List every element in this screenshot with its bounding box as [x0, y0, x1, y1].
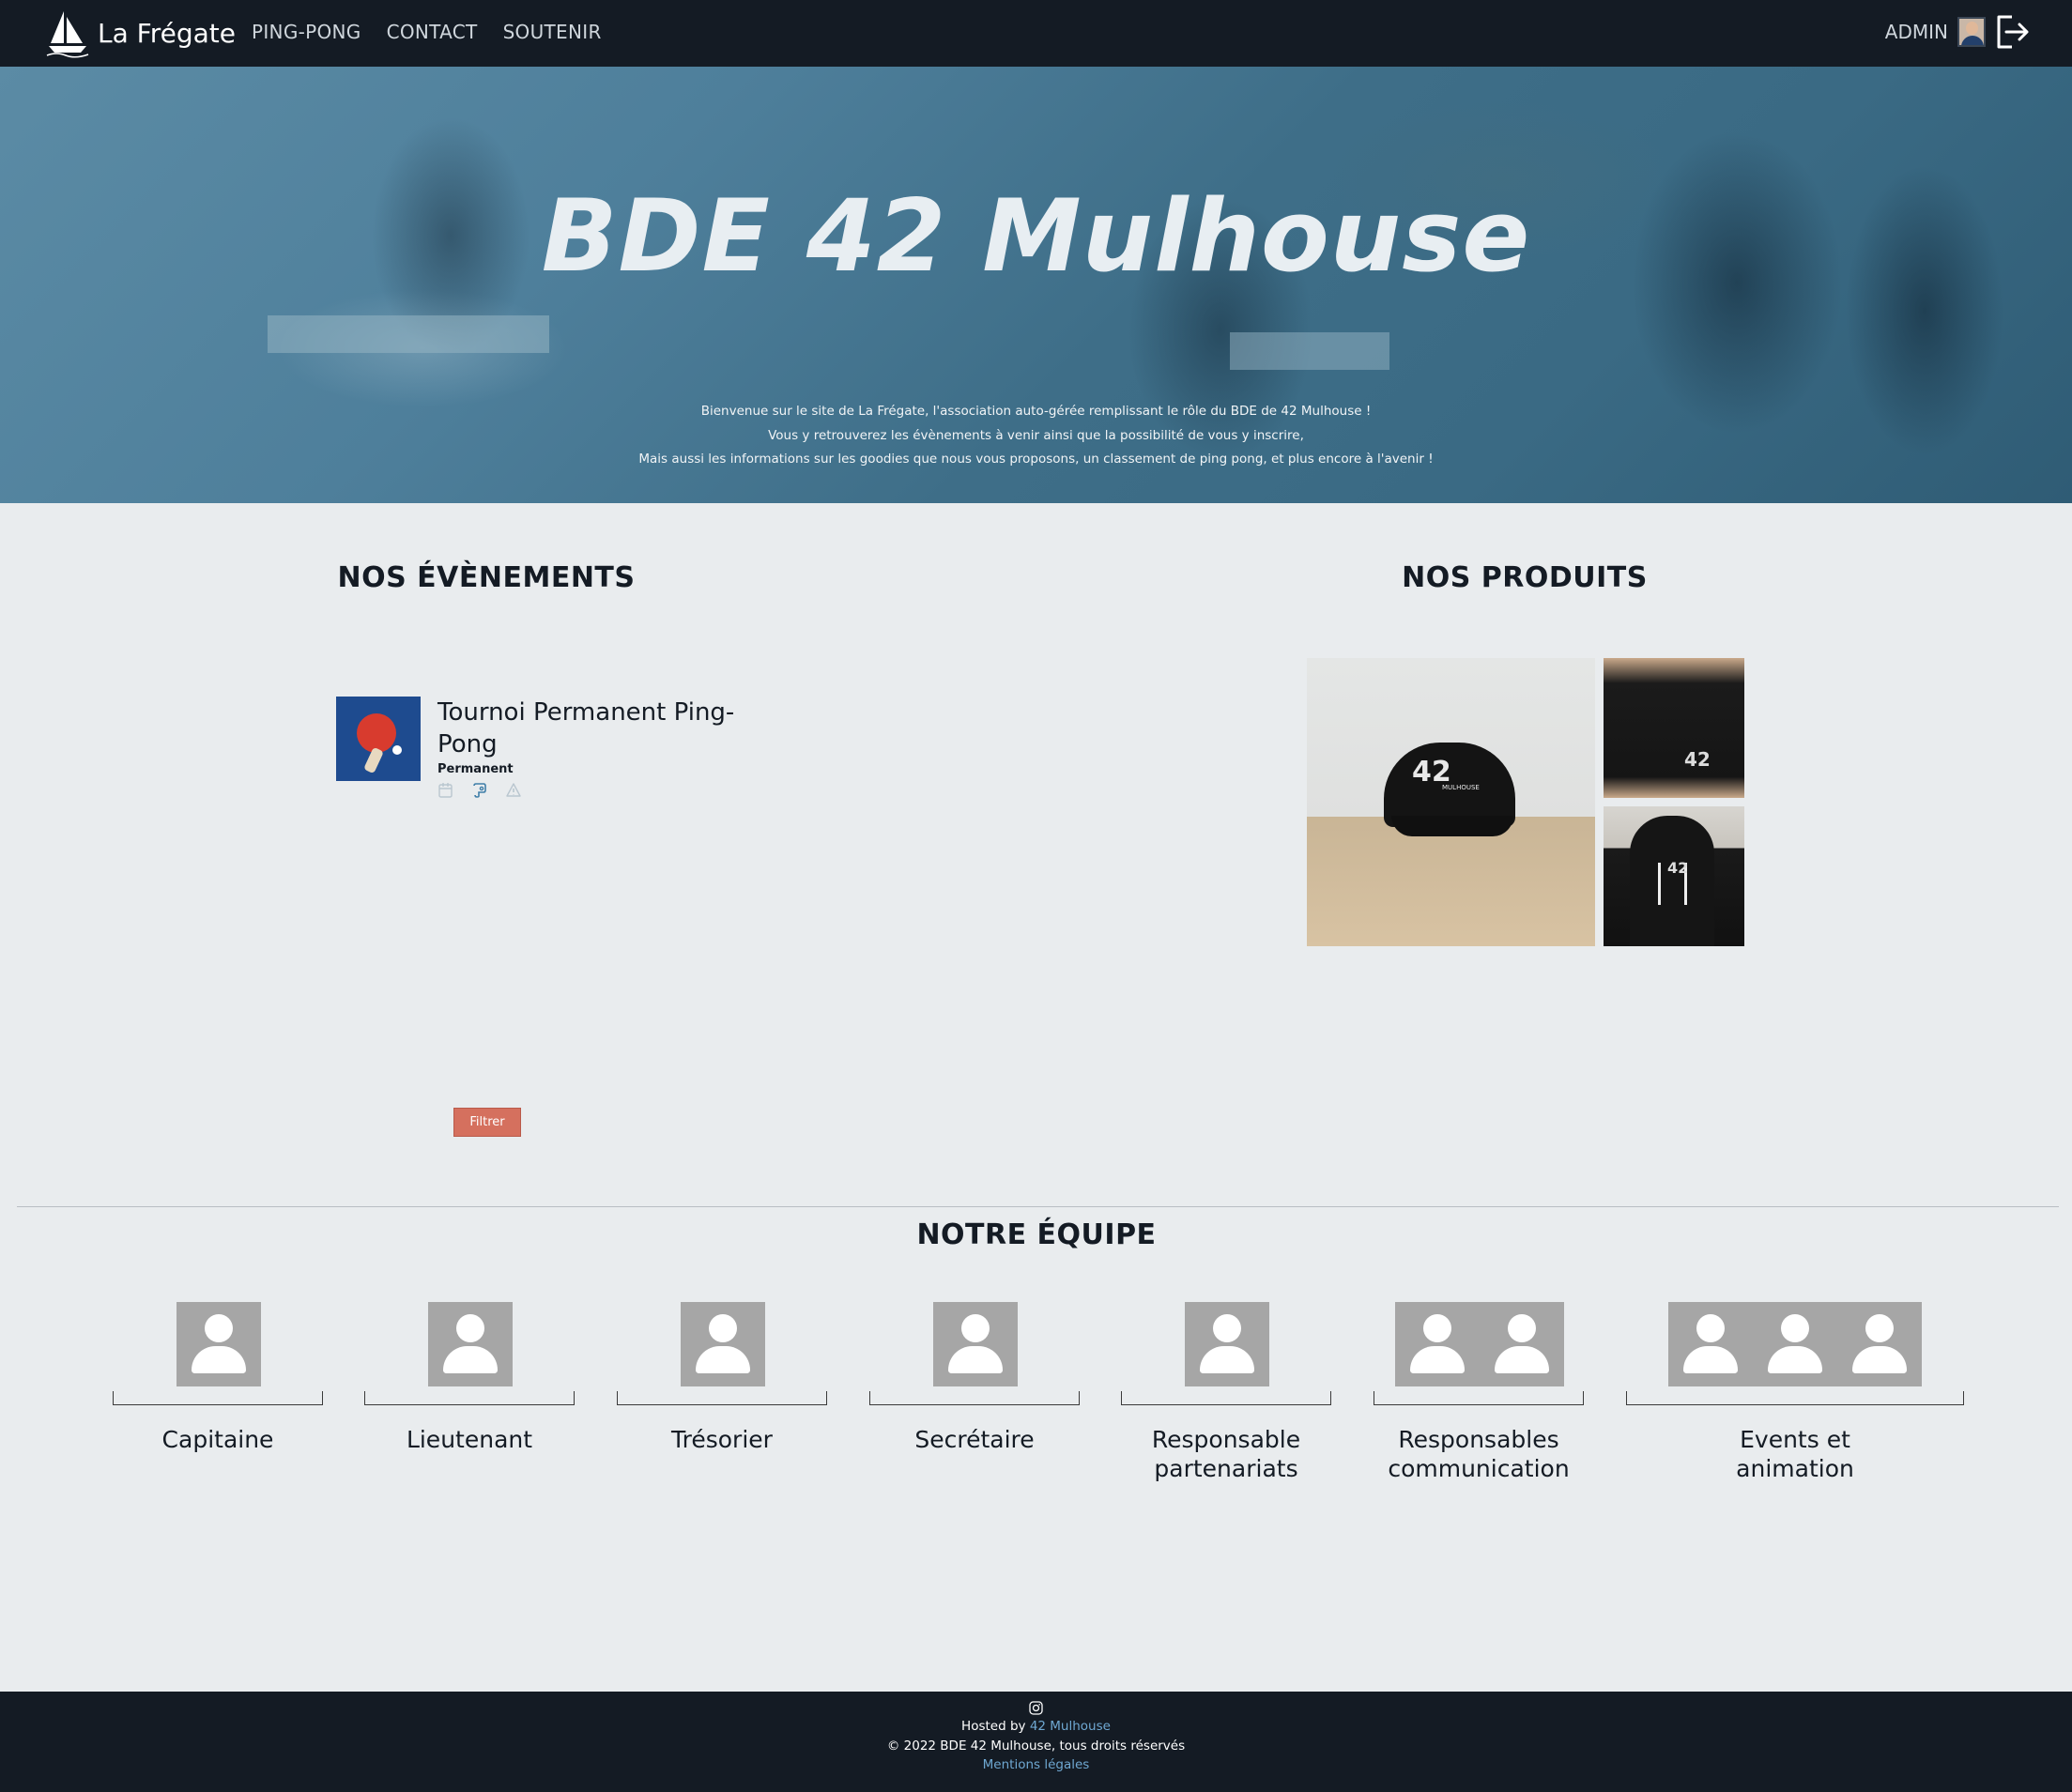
calendar-icon[interactable]: [437, 782, 454, 799]
team-role-label: Trésorier: [671, 1426, 773, 1453]
top-navbar: La Frégate PING-PONG CONTACT SOUTENIR AD…: [0, 0, 2072, 67]
footer: Hosted by 42 Mulhouse © 2022 BDE 42 Mulh…: [0, 1692, 2072, 1792]
section-divider: [17, 1206, 2059, 1207]
hero-title: BDE 42 Mulhouse: [541, 178, 1531, 294]
shirt-logo-text: 42: [1684, 748, 1711, 771]
team-member-avatar[interactable]: [1185, 1302, 1269, 1386]
team-member-avatar[interactable]: [933, 1302, 1018, 1386]
event-title[interactable]: Tournoi Permanent Ping-Pong: [437, 697, 738, 760]
team-role-label: Capitaine: [161, 1426, 274, 1453]
cap-logo-subtext: MULHOUSE: [1442, 784, 1480, 791]
person-placeholder-icon: [681, 1302, 765, 1386]
team-member-avatar[interactable]: [1668, 1302, 1922, 1386]
nav-link-soutenir[interactable]: SOUTENIR: [503, 21, 602, 43]
user-avatar[interactable]: [1957, 17, 1986, 47]
role-bracket: [617, 1391, 827, 1405]
team-role-label: Responsables communication: [1388, 1426, 1570, 1482]
event-subtitle: Permanent: [437, 762, 514, 776]
brand-home-link[interactable]: La Frégate: [45, 8, 236, 58]
filter-button[interactable]: Filtrer: [453, 1108, 521, 1137]
event-info: Tournoi Permanent Ping-Pong Permanent: [437, 697, 738, 799]
products-section-title: NOS PRODUITS: [1402, 561, 1648, 594]
team-role-label: Lieutenant: [406, 1426, 533, 1453]
info-icon[interactable]: [505, 782, 522, 799]
hero-banner: BDE 42 Mulhouse Bienvenue sur le site de…: [0, 67, 2072, 503]
hero-background-photo: [268, 315, 549, 353]
event-card[interactable]: Tournoi Permanent Ping-Pong Permanent: [336, 697, 738, 799]
person-placeholder-icon: [933, 1302, 1018, 1386]
hosted-by-line: Hosted by 42 Mulhouse: [0, 1719, 2072, 1734]
role-bracket: [364, 1391, 575, 1405]
events-section-title: NOS ÉVÈNEMENTS: [337, 561, 636, 594]
role-bracket: [869, 1391, 1080, 1405]
user-menu: ADMIN: [1885, 13, 2031, 51]
product-hoodie-image[interactable]: 42: [1604, 806, 1744, 946]
team-section-title: NOTRE ÉQUIPE: [916, 1218, 1157, 1251]
logout-icon[interactable]: [1993, 13, 2031, 51]
admin-link[interactable]: ADMIN: [1885, 21, 1948, 43]
person-placeholder-icon: [1480, 1302, 1564, 1386]
hero-line: Vous y retrouverez les évènements à veni…: [768, 427, 1304, 443]
event-actions: [437, 782, 738, 799]
role-bracket: [113, 1391, 323, 1405]
team-role-label: Events et animation: [1736, 1426, 1854, 1482]
nav-link-contact[interactable]: CONTACT: [387, 21, 478, 43]
brand-name: La Frégate: [98, 17, 236, 49]
team-member-avatar[interactable]: [177, 1302, 261, 1386]
product-cap-image[interactable]: 42 MULHOUSE: [1307, 658, 1595, 946]
role-bracket: [1121, 1391, 1331, 1405]
role-bracket: [1626, 1391, 1964, 1405]
person-placeholder-icon: [1185, 1302, 1269, 1386]
team-member-avatar[interactable]: [681, 1302, 765, 1386]
ship-logo-icon: [46, 11, 89, 58]
copyright-text: © 2022 BDE 42 Mulhouse, tous droits rése…: [886, 1738, 1186, 1754]
team-member-avatar[interactable]: [428, 1302, 513, 1386]
hero-description: Bienvenue sur le site de La Frégate, l'a…: [0, 400, 2072, 472]
hero-line: Mais aussi les informations sur les good…: [638, 452, 1434, 467]
person-placeholder-icon: [428, 1302, 513, 1386]
hosted-by-link[interactable]: 42 Mulhouse: [1030, 1719, 1111, 1734]
hero-line: Bienvenue sur le site de La Frégate, l'a…: [700, 404, 1372, 419]
hero-background-photo-detail: [1230, 332, 1389, 370]
hoodie-logo-text: 42: [1667, 859, 1689, 877]
event-thumbnail: [336, 697, 421, 781]
instagram-icon[interactable]: [1029, 1701, 1043, 1715]
nav-links: PING-PONG CONTACT SOUTENIR: [252, 21, 602, 43]
legal-notice-link[interactable]: Mentions légales: [0, 1757, 2072, 1772]
person-placeholder-icon: [1837, 1302, 1922, 1386]
person-placeholder-icon: [177, 1302, 261, 1386]
role-bracket: [1374, 1391, 1584, 1405]
team-member-avatar[interactable]: [1395, 1302, 1564, 1386]
register-icon[interactable]: [471, 782, 488, 799]
hosted-by-prefix: Hosted by: [961, 1719, 1030, 1734]
person-placeholder-icon: [1668, 1302, 1753, 1386]
person-placeholder-icon: [1753, 1302, 1837, 1386]
person-placeholder-icon: [1395, 1302, 1480, 1386]
team-role-label: Secrétaire: [914, 1426, 1035, 1453]
product-tshirt-image[interactable]: 42: [1604, 658, 1744, 798]
nav-link-ping-pong[interactable]: PING-PONG: [252, 21, 361, 43]
team-role-label: Responsable partenariats: [1151, 1426, 1301, 1482]
